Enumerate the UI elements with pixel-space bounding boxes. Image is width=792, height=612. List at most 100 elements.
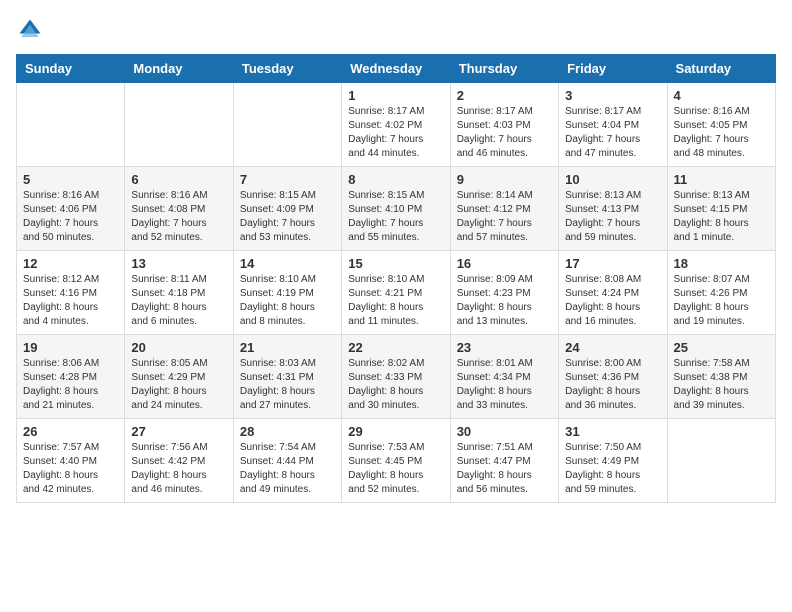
day-number: 10 (565, 172, 660, 187)
calendar-cell: 30 Sunrise: 7:51 AM Sunset: 4:47 PM Dayli… (450, 419, 558, 503)
day-info: Sunrise: 8:10 AM Sunset: 4:19 PM Dayligh… (240, 273, 335, 329)
calendar-cell: 14 Sunrise: 8:10 AM Sunset: 4:19 PM Dayli… (233, 251, 341, 335)
calendar-cell (233, 83, 341, 167)
calendar-cell: 11 Sunrise: 8:13 AM Sunset: 4:15 PM Dayli… (667, 167, 775, 251)
calendar-cell: 13 Sunrise: 8:11 AM Sunset: 4:18 PM Dayli… (125, 251, 233, 335)
calendar-cell: 24Sunrise: 8:00 AM Sunset: 4:36 PM Dayli… (559, 335, 667, 419)
weekday-header: Wednesday (342, 55, 450, 83)
calendar-cell: 29 Sunrise: 7:53 AM Sunset: 4:45 PM Dayli… (342, 419, 450, 503)
day-number: 25 (674, 340, 769, 355)
weekday-header: Thursday (450, 55, 558, 83)
day-info: Sunrise: 8:13 AM Sunset: 4:15 PM Dayligh… (674, 189, 769, 245)
calendar-cell: 26 Sunrise: 7:57 AM Sunset: 4:40 PM Dayli… (17, 419, 125, 503)
day-info: Sunrise: 8:17 AM Sunset: 4:03 PM Dayligh… (457, 105, 552, 161)
day-info: Sunrise: 8:06 AM Sunset: 4:28 PM Dayligh… (23, 357, 118, 413)
day-number: 3 (565, 88, 660, 103)
calendar-cell (667, 419, 775, 503)
day-info: Sunrise: 7:53 AM Sunset: 4:45 PM Dayligh… (348, 441, 443, 497)
day-info: Sunrise: 7:57 AM Sunset: 4:40 PM Dayligh… (23, 441, 118, 497)
day-number: 4 (674, 88, 769, 103)
day-info: Sunrise: 8:05 AM Sunset: 4:29 PM Dayligh… (131, 357, 226, 413)
day-number: 23 (457, 340, 552, 355)
calendar-cell: 17 Sunrise: 8:08 AM Sunset: 4:24 PM Dayli… (559, 251, 667, 335)
weekday-header: Friday (559, 55, 667, 83)
calendar-cell: 20 Sunrise: 8:05 AM Sunset: 4:29 PM Dayli… (125, 335, 233, 419)
day-info: Sunrise: 8:10 AM Sunset: 4:21 PM Dayligh… (348, 273, 443, 329)
calendar-cell: 27Sunrise: 7:56 AM Sunset: 4:42 PM Dayli… (125, 419, 233, 503)
calendar-cell: 8 Sunrise: 8:15 AM Sunset: 4:10 PM Daylig… (342, 167, 450, 251)
calendar-cell: 7 Sunrise: 8:15 AM Sunset: 4:09 PM Daylig… (233, 167, 341, 251)
calendar-cell: 21 Sunrise: 8:03 AM Sunset: 4:31 PM Dayli… (233, 335, 341, 419)
calendar-cell: 6 Sunrise: 8:16 AM Sunset: 4:08 PM Daylig… (125, 167, 233, 251)
weekday-header: Saturday (667, 55, 775, 83)
day-info: Sunrise: 8:17 AM Sunset: 4:04 PM Dayligh… (565, 105, 660, 161)
page-header (16, 16, 776, 44)
calendar-week-row: 12 Sunrise: 8:12 AM Sunset: 4:16 PM Dayli… (17, 251, 776, 335)
calendar-week-row: 19 Sunrise: 8:06 AM Sunset: 4:28 PM Dayli… (17, 335, 776, 419)
day-number: 19 (23, 340, 118, 355)
day-info: Sunrise: 8:08 AM Sunset: 4:24 PM Dayligh… (565, 273, 660, 329)
weekday-header: Monday (125, 55, 233, 83)
calendar-cell (125, 83, 233, 167)
day-info: Sunrise: 8:12 AM Sunset: 4:16 PM Dayligh… (23, 273, 118, 329)
day-number: 18 (674, 256, 769, 271)
day-number: 5 (23, 172, 118, 187)
calendar-cell: 28Sunrise: 7:54 AM Sunset: 4:44 PM Dayli… (233, 419, 341, 503)
day-info: Sunrise: 8:00 AM Sunset: 4:36 PM Dayligh… (565, 357, 660, 413)
day-info: Sunrise: 8:11 AM Sunset: 4:18 PM Dayligh… (131, 273, 226, 329)
weekday-header: Sunday (17, 55, 125, 83)
day-number: 20 (131, 340, 226, 355)
calendar-cell: 19 Sunrise: 8:06 AM Sunset: 4:28 PM Dayli… (17, 335, 125, 419)
day-number: 26 (23, 424, 118, 439)
calendar-cell: 23 Sunrise: 8:01 AM Sunset: 4:34 PM Dayli… (450, 335, 558, 419)
day-info: Sunrise: 8:16 AM Sunset: 4:08 PM Dayligh… (131, 189, 226, 245)
day-number: 2 (457, 88, 552, 103)
day-number: 13 (131, 256, 226, 271)
calendar-cell: 25 Sunrise: 7:58 AM Sunset: 4:38 PM Dayli… (667, 335, 775, 419)
day-number: 8 (348, 172, 443, 187)
calendar-cell: 31 Sunrise: 7:50 AM Sunset: 4:49 PM Dayli… (559, 419, 667, 503)
day-info: Sunrise: 7:50 AM Sunset: 4:49 PM Dayligh… (565, 441, 660, 497)
day-info: Sunrise: 8:02 AM Sunset: 4:33 PM Dayligh… (348, 357, 443, 413)
calendar-cell: 3 Sunrise: 8:17 AM Sunset: 4:04 PM Daylig… (559, 83, 667, 167)
calendar-cell: 18 Sunrise: 8:07 AM Sunset: 4:26 PM Dayli… (667, 251, 775, 335)
day-info: Sunrise: 8:16 AM Sunset: 4:05 PM Dayligh… (674, 105, 769, 161)
calendar-table: SundayMondayTuesdayWednesdayThursdayFrid… (16, 54, 776, 503)
day-info: Sunrise: 8:07 AM Sunset: 4:26 PM Dayligh… (674, 273, 769, 329)
calendar-week-row: 26 Sunrise: 7:57 AM Sunset: 4:40 PM Dayli… (17, 419, 776, 503)
day-number: 11 (674, 172, 769, 187)
calendar-cell: 10 Sunrise: 8:13 AM Sunset: 4:13 PM Dayli… (559, 167, 667, 251)
day-info: Sunrise: 8:03 AM Sunset: 4:31 PM Dayligh… (240, 357, 335, 413)
calendar-header-row: SundayMondayTuesdayWednesdayThursdayFrid… (17, 55, 776, 83)
day-number: 31 (565, 424, 660, 439)
calendar-cell: 16Sunrise: 8:09 AM Sunset: 4:23 PM Dayli… (450, 251, 558, 335)
day-number: 12 (23, 256, 118, 271)
calendar-cell (17, 83, 125, 167)
weekday-header: Tuesday (233, 55, 341, 83)
calendar-cell: 22Sunrise: 8:02 AM Sunset: 4:33 PM Dayli… (342, 335, 450, 419)
calendar-cell: 4 Sunrise: 8:16 AM Sunset: 4:05 PM Daylig… (667, 83, 775, 167)
day-number: 9 (457, 172, 552, 187)
day-info: Sunrise: 8:09 AM Sunset: 4:23 PM Dayligh… (457, 273, 552, 329)
day-number: 15 (348, 256, 443, 271)
day-info: Sunrise: 7:54 AM Sunset: 4:44 PM Dayligh… (240, 441, 335, 497)
day-number: 29 (348, 424, 443, 439)
day-info: Sunrise: 7:51 AM Sunset: 4:47 PM Dayligh… (457, 441, 552, 497)
day-info: Sunrise: 8:15 AM Sunset: 4:10 PM Dayligh… (348, 189, 443, 245)
calendar-week-row: 1Sunrise: 8:17 AM Sunset: 4:02 PM Daylig… (17, 83, 776, 167)
day-info: Sunrise: 7:56 AM Sunset: 4:42 PM Dayligh… (131, 441, 226, 497)
day-number: 21 (240, 340, 335, 355)
calendar-week-row: 5Sunrise: 8:16 AM Sunset: 4:06 PM Daylig… (17, 167, 776, 251)
day-number: 30 (457, 424, 552, 439)
day-info: Sunrise: 7:58 AM Sunset: 4:38 PM Dayligh… (674, 357, 769, 413)
calendar-cell: 1Sunrise: 8:17 AM Sunset: 4:02 PM Daylig… (342, 83, 450, 167)
day-info: Sunrise: 8:14 AM Sunset: 4:12 PM Dayligh… (457, 189, 552, 245)
day-info: Sunrise: 8:13 AM Sunset: 4:13 PM Dayligh… (565, 189, 660, 245)
day-info: Sunrise: 8:01 AM Sunset: 4:34 PM Dayligh… (457, 357, 552, 413)
day-number: 17 (565, 256, 660, 271)
day-number: 14 (240, 256, 335, 271)
logo-icon (16, 16, 44, 44)
day-number: 6 (131, 172, 226, 187)
day-info: Sunrise: 8:15 AM Sunset: 4:09 PM Dayligh… (240, 189, 335, 245)
day-number: 7 (240, 172, 335, 187)
